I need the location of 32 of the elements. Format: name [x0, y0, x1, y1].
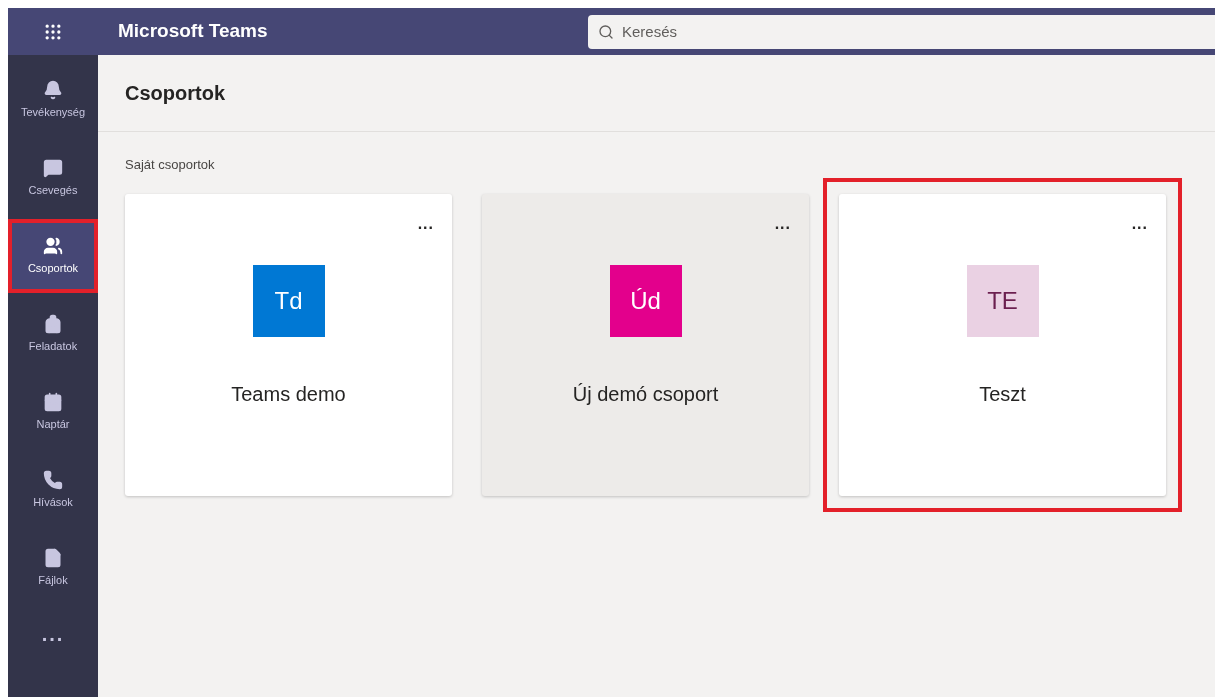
more-options-button[interactable]: ... [417, 212, 434, 236]
bell-icon [43, 79, 63, 100]
team-card[interactable]: ... TE Teszt [839, 194, 1166, 496]
more-apps-button[interactable]: ... [41, 619, 65, 649]
backpack-icon [43, 313, 63, 334]
rail-item[interactable]: Fájlok [8, 531, 98, 605]
search-field[interactable]: Keresés [588, 14, 1215, 49]
more-options-button[interactable]: ... [1131, 212, 1148, 236]
more-options-button[interactable]: ... [774, 212, 791, 236]
rail-item[interactable]: Csevegés [8, 141, 98, 215]
team-avatar: Úd [609, 265, 682, 337]
team-avatar: Td [252, 265, 325, 337]
search-icon [598, 23, 614, 40]
page-title: Csoportok [125, 81, 225, 106]
people-icon [43, 235, 63, 256]
team-name: Teszt [979, 382, 1026, 407]
rail-item[interactable]: Csoportok [8, 219, 98, 293]
chat-icon [43, 157, 63, 178]
rail-item[interactable]: Tevékenység [8, 63, 98, 137]
rail-item[interactable]: Hívások [8, 453, 98, 527]
team-avatar: TE [966, 265, 1039, 337]
team-card[interactable]: ... Td Teams demo [125, 194, 452, 496]
phone-icon [43, 469, 63, 490]
section-label: Saját csoportok [125, 157, 215, 172]
app-title: Microsoft Teams [118, 19, 269, 44]
calendar-icon [43, 391, 63, 412]
rail-item[interactable]: Feladatok [8, 297, 98, 371]
rail-item[interactable]: Naptár [8, 375, 98, 449]
file-icon [43, 547, 63, 568]
team-card[interactable]: ... Úd Új demó csoport [482, 194, 809, 496]
team-name: Új demó csoport [572, 382, 719, 407]
team-name: Teams demo [231, 382, 346, 407]
